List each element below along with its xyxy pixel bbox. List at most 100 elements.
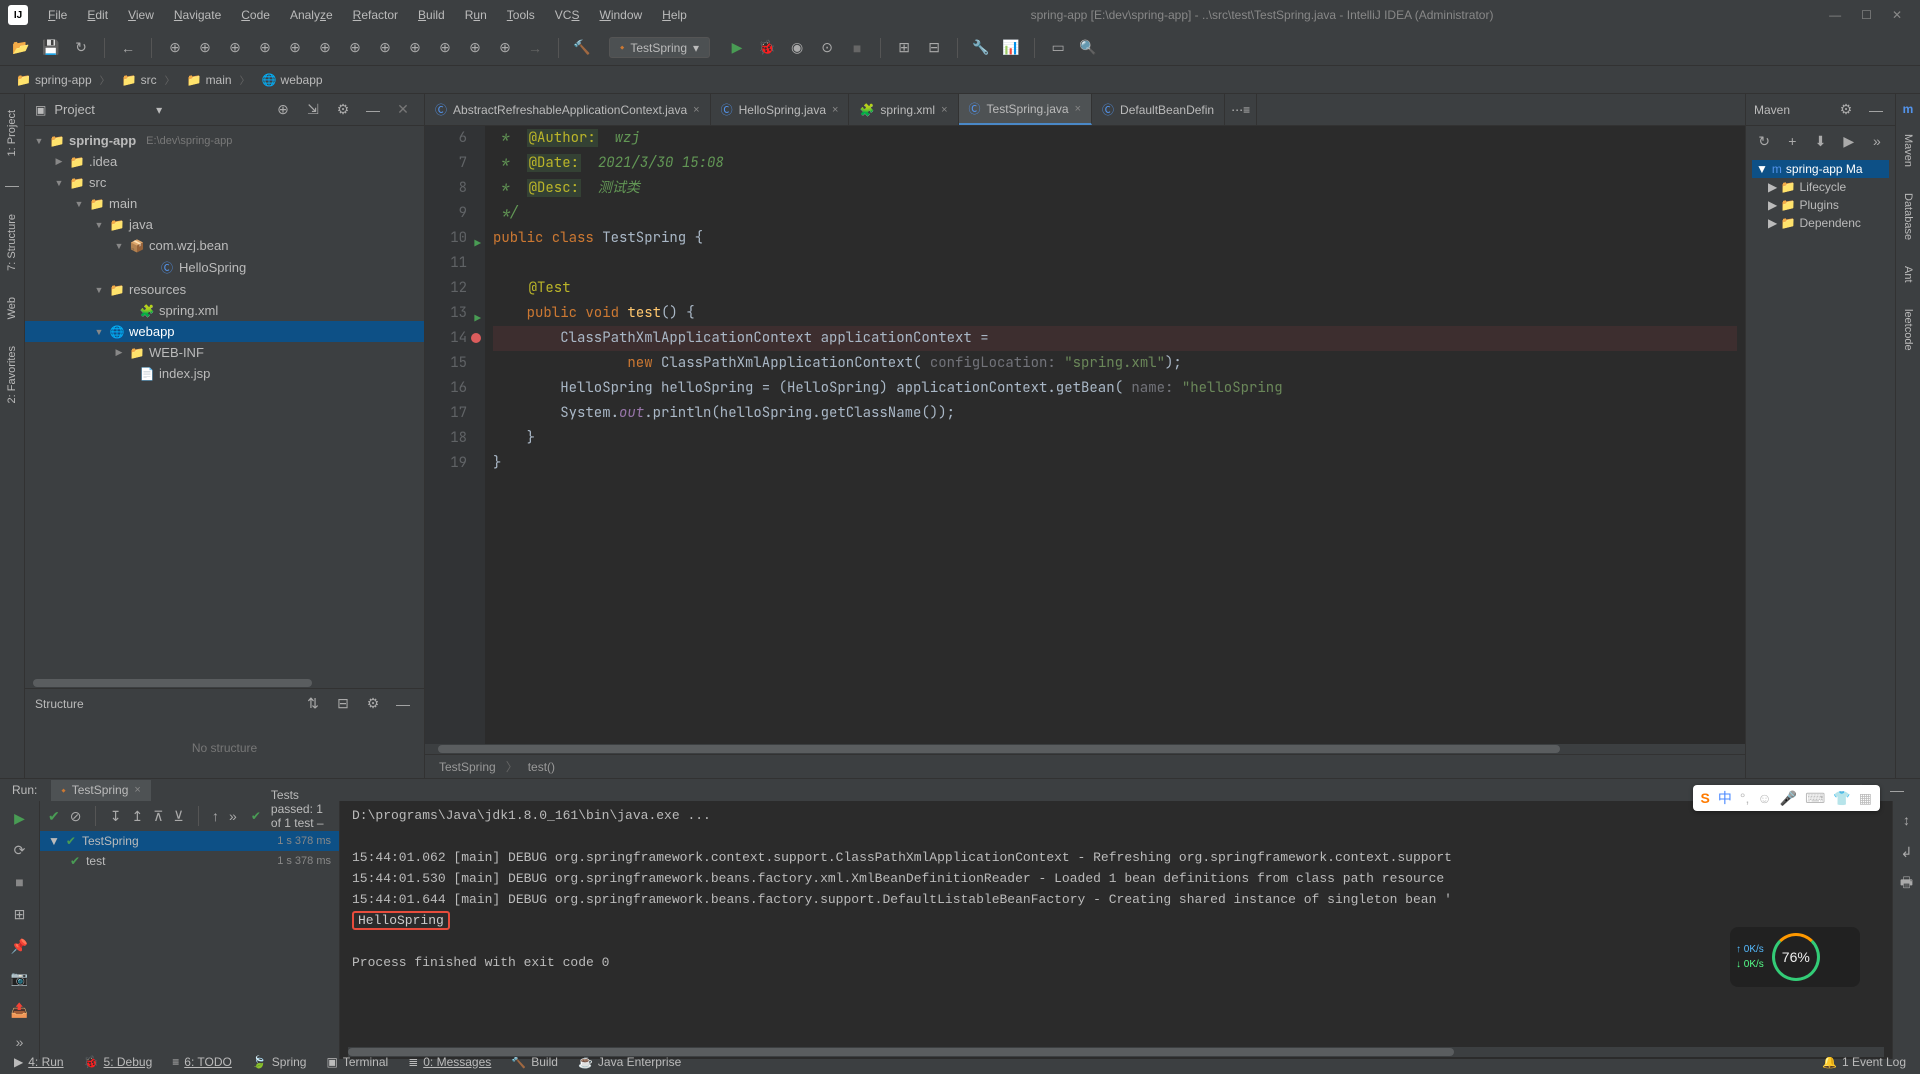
download-icon[interactable]: ⬇ — [1810, 130, 1830, 152]
gear-icon[interactable]: ⚙ — [332, 99, 354, 121]
run-gutter-icon[interactable]: ▶ — [474, 307, 481, 332]
filter-icon[interactable]: ⊟ — [332, 693, 354, 715]
maximize-icon[interactable]: ☐ — [1861, 8, 1872, 22]
editor-hscroll[interactable] — [425, 744, 1745, 754]
tab-run[interactable]: ▶ 4: Run — [14, 1055, 64, 1069]
tree-item[interactable]: 📄index.jsp — [25, 363, 424, 384]
maven-icon[interactable]: m — [1903, 102, 1914, 116]
add-icon[interactable]: + — [1782, 130, 1802, 152]
tree-item[interactable]: ▼📁resources — [25, 279, 424, 300]
run-config-selector[interactable]: ⬩ TestSpring ▾ — [609, 37, 710, 58]
coverage-icon[interactable]: ◉ — [786, 37, 808, 59]
zoom-icon[interactable]: ⊕ — [344, 37, 366, 59]
layout-icon[interactable]: ⊟ — [923, 37, 945, 59]
zoom-icon[interactable]: ⊕ — [284, 37, 306, 59]
open-icon[interactable]: 📂 — [10, 37, 32, 59]
editor-tab[interactable]: 🧩spring.xml× — [849, 94, 958, 125]
run-icon[interactable]: ▶ — [1839, 130, 1859, 152]
devices-icon[interactable]: ▭ — [1047, 37, 1069, 59]
tab-structure[interactable]: 7: Structure — [4, 206, 20, 279]
zoom-icon[interactable]: ⊕ — [374, 37, 396, 59]
up-icon[interactable]: ↑ — [212, 805, 219, 827]
menu-window[interactable]: Window — [591, 4, 650, 26]
zoom-icon[interactable]: ⊕ — [404, 37, 426, 59]
gear-icon[interactable]: ⚙ — [1835, 99, 1857, 121]
menu-edit[interactable]: Edit — [79, 4, 116, 26]
collapse-icon[interactable]: ⊻ — [173, 805, 183, 827]
back-icon[interactable]: ← — [117, 37, 139, 59]
search-icon[interactable]: 🔍 — [1077, 37, 1099, 59]
close-tab-icon[interactable]: × — [1075, 103, 1081, 115]
layout-icon[interactable]: ⊞ — [9, 903, 31, 925]
menu-run[interactable]: Run — [457, 4, 495, 26]
tree-item[interactable]: 🧩spring.xml — [25, 300, 424, 321]
tab-favorites[interactable]: 2: Favorites — [4, 338, 20, 411]
print-icon[interactable]: 🖶 — [1896, 873, 1918, 895]
maven-item[interactable]: ▶ 📁 Dependenc — [1752, 214, 1889, 232]
tab-spring[interactable]: 🍃 Spring — [252, 1055, 307, 1069]
console-output[interactable]: D:\programs\Java\jdk1.8.0_161\bin\java.e… — [340, 801, 1892, 1059]
sort-icon[interactable]: ↧ — [110, 805, 122, 827]
test-row[interactable]: ✔test1 s 378 ms — [40, 851, 339, 871]
tab-debug[interactable]: 🐞 5: Debug — [84, 1055, 153, 1069]
maven-item[interactable]: ▶ 📁 Plugins — [1752, 196, 1889, 214]
tab-ant[interactable]: Ant — [1900, 258, 1916, 291]
zoom-icon[interactable]: ⊕ — [464, 37, 486, 59]
expand-icon[interactable]: ⇲ — [302, 99, 324, 121]
expand-icon[interactable]: ⊼ — [153, 805, 163, 827]
gear-icon[interactable]: ⚙ — [362, 693, 384, 715]
menu-build[interactable]: Build — [410, 4, 453, 26]
sort-icon[interactable]: ⇅ — [302, 693, 324, 715]
breadcrumb[interactable]: 📁 main — [181, 70, 256, 89]
breadcrumb[interactable]: 🌐 webapp — [256, 71, 337, 89]
menu-tools[interactable]: Tools — [499, 4, 543, 26]
run-gutter-icon[interactable]: ▶ — [474, 232, 481, 257]
filter-icon[interactable]: ⊘ — [70, 805, 82, 827]
tree-item[interactable]: ▶📁.idea — [25, 151, 424, 172]
breadcrumb[interactable]: 📁 src — [116, 70, 181, 89]
close-tab-icon[interactable]: × — [941, 104, 947, 116]
zoom-icon[interactable]: ⊕ — [194, 37, 216, 59]
hide-icon[interactable]: ✕ — [392, 99, 414, 121]
zoom-icon[interactable]: ⊕ — [494, 37, 516, 59]
sort-icon[interactable]: ↥ — [132, 805, 144, 827]
code-editor[interactable]: 6789 10▶ 1112 13▶ 14 1516171819 * @Autho… — [425, 126, 1745, 744]
tree-item-selected[interactable]: ▼🌐webapp — [25, 321, 424, 342]
tab-web[interactable]: Web — [4, 289, 20, 327]
check-icon[interactable]: ✔ — [48, 805, 60, 827]
wrench-icon[interactable]: 🔧 — [970, 37, 992, 59]
run-icon[interactable]: ▶ — [726, 37, 748, 59]
tab-database[interactable]: Database — [1900, 185, 1916, 248]
minimize-icon[interactable]: — — [392, 693, 414, 715]
tab-project[interactable]: 1: Project — [4, 102, 20, 164]
refresh-icon[interactable]: ↻ — [1754, 130, 1774, 152]
more-tabs[interactable]: ⋯≡ — [1225, 94, 1257, 125]
minimize-icon[interactable]: — — [362, 99, 384, 121]
menu-navigate[interactable]: Navigate — [166, 4, 229, 26]
zoom-icon[interactable]: ⊕ — [434, 37, 456, 59]
crumb[interactable]: TestSpring — [439, 760, 496, 774]
more-icon[interactable]: » — [229, 805, 237, 827]
zoom-icon[interactable]: ⊕ — [164, 37, 186, 59]
camera-icon[interactable]: 📷 — [9, 967, 31, 989]
breadcrumb[interactable]: 📁 spring-app — [10, 70, 116, 89]
menu-vcs[interactable]: VCS — [547, 4, 588, 26]
tab-leetcode[interactable]: leetcode — [1900, 301, 1916, 359]
ime-toolbar[interactable]: S 中°,☺🎤⌨👕▦ — [1693, 785, 1880, 811]
scroll-icon[interactable]: ↕ — [1896, 809, 1918, 831]
close-tab-icon[interactable]: × — [832, 104, 838, 116]
tree-item[interactable]: ▼📁java — [25, 214, 424, 235]
target-icon[interactable]: ⊕ — [272, 99, 294, 121]
editor-tab-active[interactable]: ⒸTestSpring.java× — [959, 94, 1093, 125]
tab-maven[interactable]: Maven — [1900, 126, 1916, 175]
code-content[interactable]: * @Author: wzj * @Date: 2021/3/30 15:08 … — [485, 126, 1745, 744]
close-tab-icon[interactable]: × — [134, 784, 140, 796]
sync-icon[interactable]: ↻ — [70, 37, 92, 59]
more-icon[interactable]: » — [1867, 130, 1887, 152]
tree-item[interactable]: ▼📁src — [25, 172, 424, 193]
close-tab-icon[interactable]: × — [693, 104, 699, 116]
save-icon[interactable]: 💾 — [40, 37, 62, 59]
crumb[interactable]: test() — [528, 760, 555, 774]
editor-tab[interactable]: ⒸHelloSpring.java× — [711, 94, 850, 125]
structure-icon[interactable]: 📊 — [1000, 37, 1022, 59]
